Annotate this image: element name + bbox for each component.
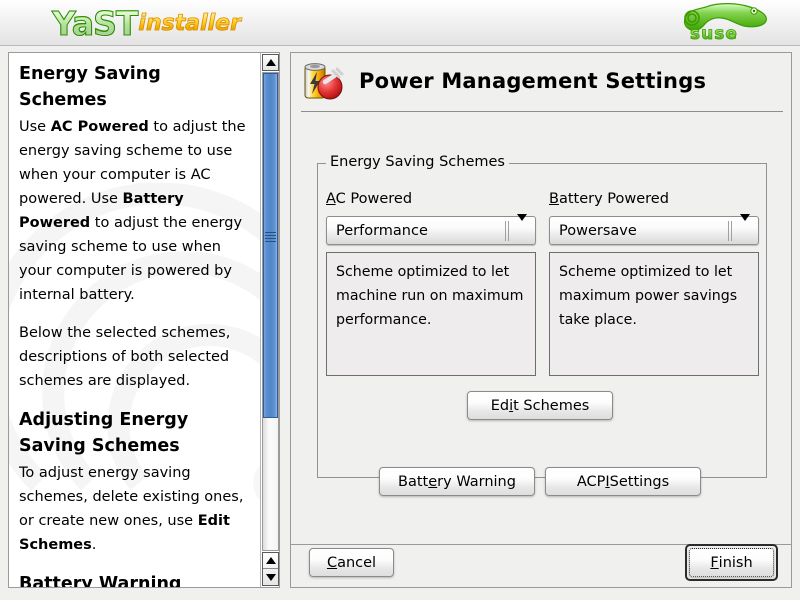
battery-scheme-description: Scheme optimized to let maximum power sa… [549,252,759,376]
combo-grip-icon [728,221,733,241]
finish-button[interactable]: Finish [689,548,774,577]
acpi-settings-button[interactable]: ACPI Settings [545,467,701,496]
ac-powered-label: AC Powered [326,191,412,207]
arrow-up-icon [266,557,276,564]
finish-label-post: inish [719,555,753,571]
dropdown-arrow-icon [740,221,751,240]
battery-warning-accel: e [428,474,437,490]
battery-power-plug-icon [299,58,347,104]
main-content-panel: Power Management Settings Energy Saving … [290,52,792,588]
ac-powered-scheme-select[interactable]: Performance [326,216,536,245]
help-scrollbar[interactable] [260,53,279,587]
help-heading-adjusting-energy-saving-schemes: Adjusting Energy Saving Schemes [19,407,251,459]
battery-powered-scheme-value: Powersave [550,223,727,239]
help-content: Energy Saving Schemes Use AC Powered to … [9,53,261,588]
edit-schemes-label-post: t Schemes [513,398,589,414]
acpi-settings-label-post: Settings [610,474,669,490]
ac-scheme-description: Scheme optimized to let machine run on m… [326,252,536,376]
installer-logo-text: installer [138,11,241,36]
yast-logo: YaST installer [52,2,241,44]
scrollbar-thumb[interactable] [263,73,278,418]
help-panel: Energy Saving Schemes Use AC Powered to … [8,52,280,588]
help-heading-energy-saving-schemes: Energy Saving Schemes [19,61,251,113]
app-header: YaST installer suse [0,0,800,46]
battery-label-rest: attery Powered [559,191,669,207]
arrow-up-icon [266,59,276,66]
edit-schemes-button[interactable]: Edit Schemes [467,391,613,420]
scroll-down-button[interactable] [263,569,278,585]
combo-grip-icon [505,221,510,241]
help-paragraph: Use AC Powered to adjust the energy savi… [19,115,251,307]
page-title: Power Management Settings [359,69,706,93]
chevron-down-icon[interactable] [504,217,535,244]
header-separator [301,111,783,112]
ac-accel-char: A [326,191,336,207]
battery-warning-label-pre: Batt [398,474,428,490]
scroll-up-button-bottom[interactable] [263,553,278,569]
help-paragraph: To adjust energy saving schemes, delete … [19,461,251,557]
ac-powered-scheme-value: Performance [327,223,504,239]
finish-accel: F [710,555,718,571]
edit-schemes-label-pre: Ed [491,398,509,414]
energy-saving-schemes-group: Energy Saving Schemes AC Powered Battery… [317,163,767,478]
finish-button-focus-ring: Finish [685,544,778,581]
suse-logo: suse [662,1,782,45]
arrow-down-icon [266,574,276,581]
scrollbar-grip-icon [265,232,276,244]
page-header: Power Management Settings [291,53,791,108]
help-paragraph: Below the selected schemes, descriptions… [19,321,251,393]
battery-warning-button[interactable]: Battery Warning [379,467,535,496]
chevron-down-icon[interactable] [727,217,758,244]
cancel-button[interactable]: Cancel [309,548,394,577]
acpi-settings-label-pre: ACP [577,474,606,490]
battery-powered-scheme-select[interactable]: Powersave [549,216,759,245]
scroll-step-buttons[interactable] [262,552,279,586]
battery-accel-char: B [549,191,559,207]
battery-warning-label-post: ry Warning [437,474,516,490]
group-legend: Energy Saving Schemes [326,154,509,170]
scroll-up-button[interactable] [262,54,279,71]
ac-label-rest: C Powered [336,191,412,207]
cancel-label-post: ancel [337,555,376,571]
battery-powered-label: Battery Powered [549,191,669,207]
suse-logo-text: suse [690,24,738,44]
scrollbar-track[interactable] [262,72,279,551]
cancel-accel: C [327,555,337,571]
yast-logo-text: YaST [52,4,137,43]
dropdown-arrow-icon [517,221,528,240]
help-heading-battery-warning: Battery Warning [19,571,251,588]
